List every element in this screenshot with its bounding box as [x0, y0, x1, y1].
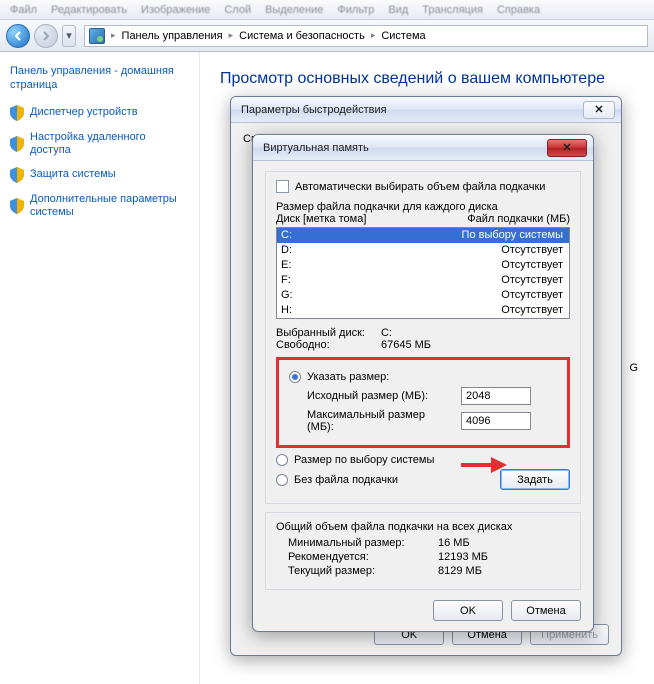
max-size-label: Максимальный размер (МБ):	[307, 409, 453, 433]
initial-size-label: Исходный размер (МБ):	[307, 390, 453, 402]
nav-history-dropdown[interactable]: ▾	[62, 25, 76, 47]
drive-row[interactable]: D:Отсутствует	[277, 243, 569, 258]
sidebar-item-remote[interactable]: Настройка удаленного доступа	[10, 131, 189, 157]
free-space-value: 67645 МБ	[381, 339, 431, 351]
selected-drive-value: C:	[381, 327, 431, 339]
breadcrumb-item[interactable]: Система и безопасность	[239, 30, 365, 42]
sidebar-item-label: Защита системы	[30, 168, 116, 181]
drive-listbox[interactable]: C:По выбору системы D:Отсутствует E:Отсу…	[276, 227, 570, 319]
max-size-input[interactable]: 4096	[461, 412, 531, 430]
main-pane: Просмотр основных сведений о вашем компь…	[200, 52, 654, 684]
dialog-title-text: Виртуальная память	[263, 142, 369, 154]
virtual-memory-dialog: Виртуальная память ✕ Автоматически выбир…	[252, 134, 594, 632]
drive-row[interactable]: E:Отсутствует	[277, 258, 569, 273]
chevron-right-icon: ▸	[371, 30, 376, 41]
shield-icon	[10, 105, 24, 121]
drive-row[interactable]: F:Отсутствует	[277, 273, 569, 288]
drive-row[interactable]: C:По выбору системы	[277, 228, 569, 243]
chevron-down-icon: ▾	[66, 29, 72, 42]
chevron-right-icon: ▸	[229, 30, 234, 41]
cancel-button[interactable]: Отмена	[511, 600, 581, 621]
sidebar-item-device-manager[interactable]: Диспетчер устройств	[10, 105, 189, 121]
sidebar-item-protection[interactable]: Защита системы	[10, 167, 189, 183]
explorer-navbar: ▾ ▸ Панель управления ▸ Система и безопа…	[0, 20, 654, 52]
free-space-label: Свободно:	[276, 339, 330, 351]
shield-icon	[10, 136, 24, 152]
close-icon: ✕	[594, 103, 603, 116]
breadcrumb-item[interactable]: Панель управления	[122, 30, 223, 42]
truncated-background-char: G	[629, 362, 638, 374]
control-panel-home-link[interactable]: Панель управления - домашняя страница	[10, 64, 189, 93]
shield-icon	[10, 167, 24, 183]
drive-row[interactable]: G:Отсутствует	[277, 288, 569, 303]
forward-button[interactable]	[34, 24, 58, 48]
annotation-highlight: Указать размер: Исходный размер (МБ): 20…	[276, 357, 570, 448]
host-menubar: ФайлРедактироватьИзображение СлойВыделен…	[0, 0, 654, 20]
back-button[interactable]	[6, 24, 30, 48]
sidebar-item-label: Диспетчер устройств	[30, 106, 138, 119]
auto-manage-label: Автоматически выбирать объем файла подка…	[295, 181, 545, 193]
current-size-label: Текущий размер:	[288, 565, 438, 577]
breadcrumb-item[interactable]: Система	[381, 30, 425, 42]
close-button[interactable]: ✕	[547, 139, 587, 157]
drive-row[interactable]: H:Отсутствует	[277, 303, 569, 318]
sidebar-item-advanced[interactable]: Дополнительные параметры системы	[10, 193, 189, 219]
close-button[interactable]: ✕	[583, 101, 615, 119]
min-size-value: 16 МБ	[438, 537, 470, 549]
system-managed-radio[interactable]	[276, 454, 288, 466]
recommended-value: 12193 МБ	[438, 551, 488, 563]
sidebar: Панель управления - домашняя страница Ди…	[0, 52, 200, 684]
control-panel-icon	[89, 28, 105, 44]
per-drive-label: Размер файла подкачки для каждого диска	[276, 201, 570, 213]
dialog-title-text: Параметры быстродействия	[241, 104, 387, 116]
selected-drive-label: Выбранный диск:	[276, 327, 365, 339]
shield-icon	[10, 198, 24, 214]
sidebar-item-label: Дополнительные параметры системы	[30, 193, 189, 219]
dialog-titlebar[interactable]: Виртуальная память ✕	[253, 135, 593, 161]
totals-header: Общий объем файла подкачки на всех диска…	[276, 521, 570, 533]
custom-size-radio[interactable]	[289, 371, 301, 383]
no-pagefile-label: Без файла подкачки	[294, 474, 398, 486]
current-size-value: 8129 МБ	[438, 565, 482, 577]
set-button[interactable]: Задать	[500, 469, 570, 490]
min-size-label: Минимальный размер:	[288, 537, 438, 549]
close-icon: ✕	[562, 141, 571, 154]
initial-size-input[interactable]: 2048	[461, 387, 531, 405]
system-managed-label: Размер по выбору системы	[294, 454, 434, 466]
custom-size-label: Указать размер:	[307, 371, 389, 383]
sidebar-item-label: Настройка удаленного доступа	[30, 131, 189, 157]
no-pagefile-radio[interactable]	[276, 474, 288, 486]
ok-button[interactable]: OK	[433, 600, 503, 621]
recommended-label: Рекомендуется:	[288, 551, 438, 563]
address-bar[interactable]: ▸ Панель управления ▸ Система и безопасн…	[84, 25, 648, 47]
column-drive: Диск [метка тома]	[276, 213, 366, 225]
page-title: Просмотр основных сведений о вашем компь…	[220, 70, 634, 88]
dialog-titlebar[interactable]: Параметры быстродействия ✕	[231, 97, 621, 123]
chevron-right-icon: ▸	[111, 30, 116, 41]
column-pagefile: Файл подкачки (МБ)	[467, 213, 570, 225]
auto-manage-checkbox[interactable]	[276, 180, 289, 193]
